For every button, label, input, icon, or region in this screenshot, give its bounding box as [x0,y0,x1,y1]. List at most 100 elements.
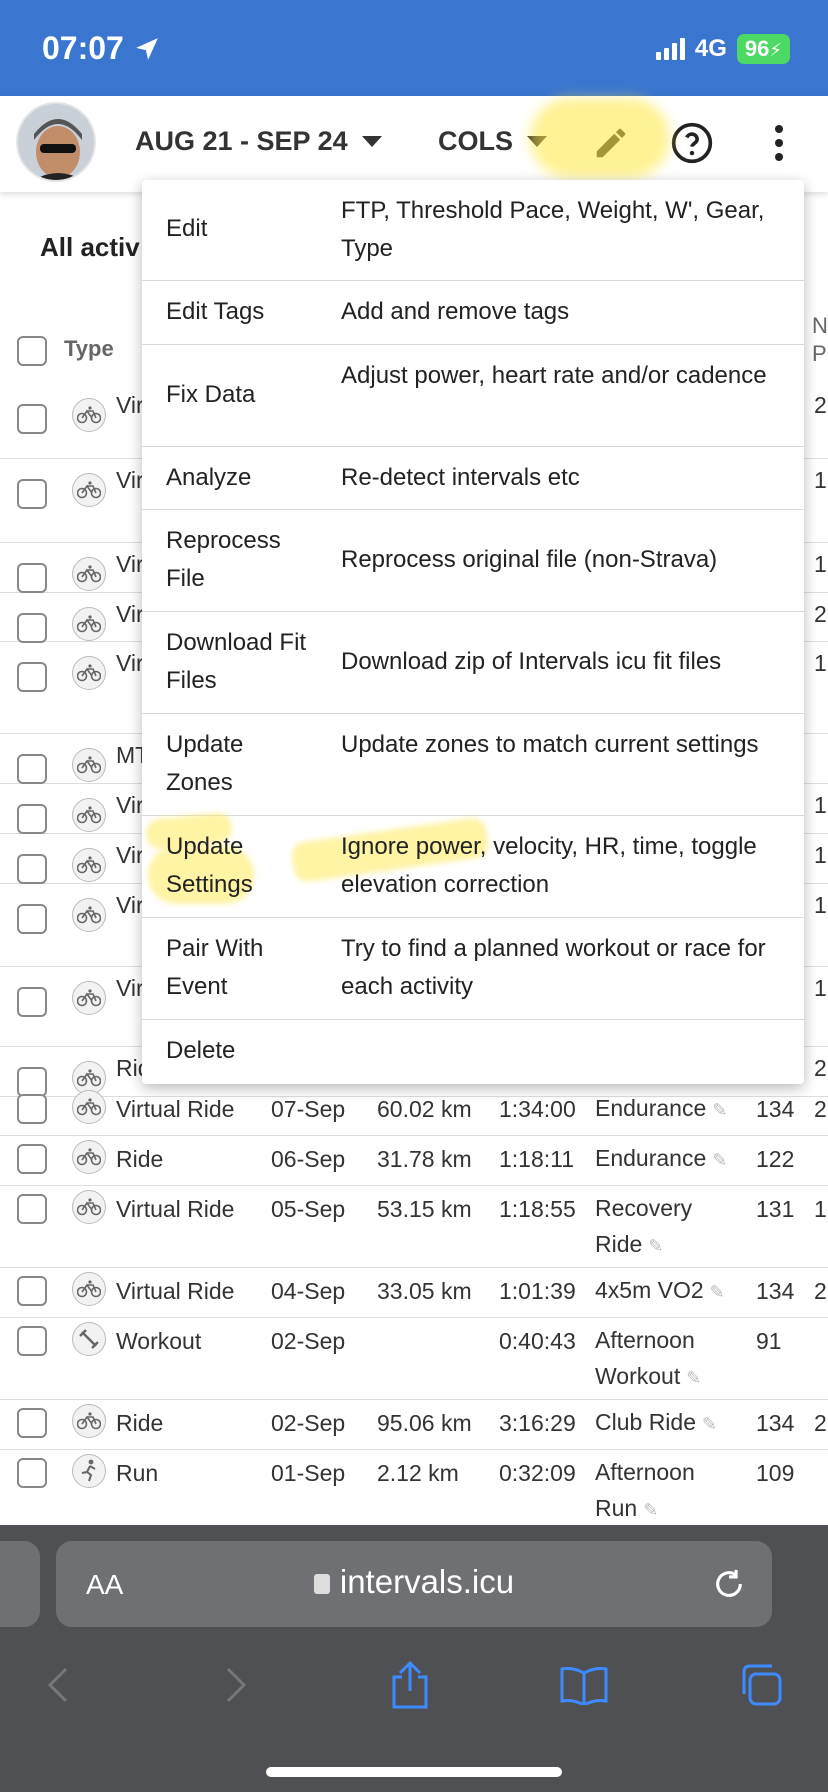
activity-duration: 1:34:00 [499,1096,576,1122]
activity-heart-rate: 134 [756,1410,795,1436]
menu-item-edit[interactable]: Edit FTP, Threshold Pace, Weight, W', Ge… [142,180,804,281]
activity-name-text: Club Ride [595,1409,696,1435]
activity-distance: 33.05 km [377,1278,472,1304]
table-row[interactable]: Ride 06-Sep 31.78 km 1:18:11 Endurance ✎ 122 [0,1136,828,1186]
menu-item-reprocess-file[interactable]: Reprocess File Reprocess original file (… [142,510,804,612]
type-column-header: Type [64,336,114,361]
table-row[interactable]: Virtual Ride 04-Sep 33.05 km 1:01:39 4x5m VO… [0,1268,828,1318]
activity-type: Virtual Ride [116,1096,235,1122]
activity-name[interactable]: Recovery Ride ✎ [595,1190,730,1264]
row-checkbox[interactable] [17,1144,47,1174]
activity-extra: 1 [814,551,827,577]
previous-tab-preview[interactable] [0,1541,40,1627]
help-button[interactable] [667,118,717,168]
pencil-icon[interactable]: ✎ [643,1500,658,1520]
row-checkbox[interactable] [17,987,47,1017]
pencil-icon[interactable]: ✎ [712,1100,727,1120]
activity-heart-rate: 122 [756,1146,795,1172]
activity-heart-rate: 134 [756,1278,795,1304]
activity-name[interactable]: Afternoon Run ✎ [595,1454,730,1528]
activity-duration: 1:18:55 [499,1196,576,1222]
row-checkbox[interactable] [17,1094,47,1124]
pencil-icon[interactable]: ✎ [702,1414,717,1434]
bike-icon [72,1272,106,1306]
activity-extra: 1 [814,1196,827,1222]
row-checkbox[interactable] [17,854,47,884]
activity-extra: 2 [814,1055,827,1081]
forward-button[interactable] [208,1657,264,1713]
activity-name-text: 4x5m VO2 [595,1277,704,1303]
back-button[interactable] [30,1657,86,1713]
date-range-dropdown[interactable]: AUG 21 - SEP 24 [135,126,382,157]
activity-name[interactable]: Club Ride ✎ [595,1404,730,1442]
select-all-checkbox[interactable] [17,336,47,366]
row-checkbox[interactable] [17,904,47,934]
menu-item-update-settings[interactable]: Update Settings Ignore power, velocity, … [142,811,804,918]
row-checkbox[interactable] [17,1326,47,1356]
table-row[interactable]: Virtual Ride 05-Sep 53.15 km 1:18:55 Recover… [0,1186,828,1268]
table-row[interactable]: Workout 02-Sep 0:40:43 Afternoon Workout ✎ 91 [0,1318,828,1400]
chevron-left-icon [47,1667,68,1703]
table-row[interactable]: Run 01-Sep 2.12 km 0:32:09 Afternoon Run ✎ 109 [0,1450,828,1532]
row-checkbox[interactable] [17,613,47,643]
bike-icon [72,1090,106,1124]
activity-name[interactable]: Afternoon Workout ✎ [595,1322,730,1396]
activity-name[interactable]: Endurance ✎ [595,1140,730,1178]
menu-item-pair-with-event[interactable]: Pair With Event Try to find a planned wo… [142,918,804,1020]
menu-item-delete[interactable]: Delete [142,1020,804,1084]
activity-type: Vir [116,792,144,818]
row-checkbox[interactable] [17,1458,47,1488]
activity-date: 06-Sep [271,1146,346,1172]
date-range-label: AUG 21 - SEP 24 [135,126,348,156]
pencil-icon[interactable]: ✎ [686,1368,701,1388]
activity-heart-rate: 109 [756,1460,795,1486]
row-checkbox[interactable] [17,563,47,593]
row-checkbox[interactable] [17,804,47,834]
reload-icon[interactable] [712,1567,746,1601]
row-checkbox[interactable] [17,662,47,692]
menu-item-edit-tags[interactable]: Edit Tags Add and remove tags [142,281,804,345]
table-row[interactable]: Virtual Ride 07-Sep 60.02 km 1:34:00 Enduran… [0,1086,828,1136]
address-bar[interactable]: AA intervals.icu [56,1541,772,1627]
activity-type: Vir [116,551,144,577]
activity-date: 05-Sep [271,1196,346,1222]
more-menu-button[interactable] [754,118,804,168]
pencil-icon[interactable]: ✎ [648,1236,663,1256]
activity-type: Vir [116,467,144,493]
activity-duration: 1:01:39 [499,1278,576,1304]
status-time: 07:07 [42,30,160,67]
menu-item-desc: Re-detect intervals etc [341,464,580,491]
activity-name[interactable]: Endurance ✎ [595,1090,730,1128]
row-checkbox[interactable] [17,1408,47,1438]
activity-name-text: Recovery Ride [595,1195,693,1257]
row-checkbox[interactable] [17,1276,47,1306]
avatar[interactable] [16,102,96,182]
share-button[interactable] [382,1657,438,1713]
menu-item-update-zones[interactable]: Update Zones Update zones to match curre… [142,714,804,816]
n-column-header: N P [812,313,828,366]
menu-item-download-fit-files[interactable]: Download Fit Files Download zip of Inter… [142,612,804,714]
status-bar: 07:07 4G 96⚡ [0,0,828,96]
tabs-button[interactable] [733,1657,789,1713]
activity-type: Workout [116,1328,202,1354]
bike-icon [72,473,106,507]
row-checkbox[interactable] [17,479,47,509]
activity-extra: 2 [814,1410,827,1436]
bike-icon [72,557,106,591]
bookmarks-button[interactable] [556,1657,612,1713]
row-checkbox[interactable] [17,404,47,434]
activity-type: Vir [116,392,144,418]
row-checkbox[interactable] [17,1194,47,1224]
menu-item-label: Fix Data [166,381,256,408]
pencil-icon[interactable]: ✎ [712,1150,727,1170]
row-checkbox[interactable] [17,754,47,784]
table-row[interactable]: Ride 02-Sep 95.06 km 3:16:29 Club Ride ✎ 134 2 [0,1400,828,1450]
activity-heart-rate: 131 [756,1196,795,1222]
pencil-icon[interactable]: ✎ [710,1282,725,1302]
menu-item-desc: Add and remove tags [341,298,570,325]
activity-type: Virtual Ride [116,1278,235,1304]
menu-item-analyze[interactable]: Analyze Re-detect intervals etc [142,447,804,510]
help-circle-icon [671,122,713,164]
menu-item-fix-data[interactable]: Fix Data Adjust power, heart rate and/or… [142,345,804,447]
activity-name[interactable]: 4x5m VO2 ✎ [595,1272,730,1310]
